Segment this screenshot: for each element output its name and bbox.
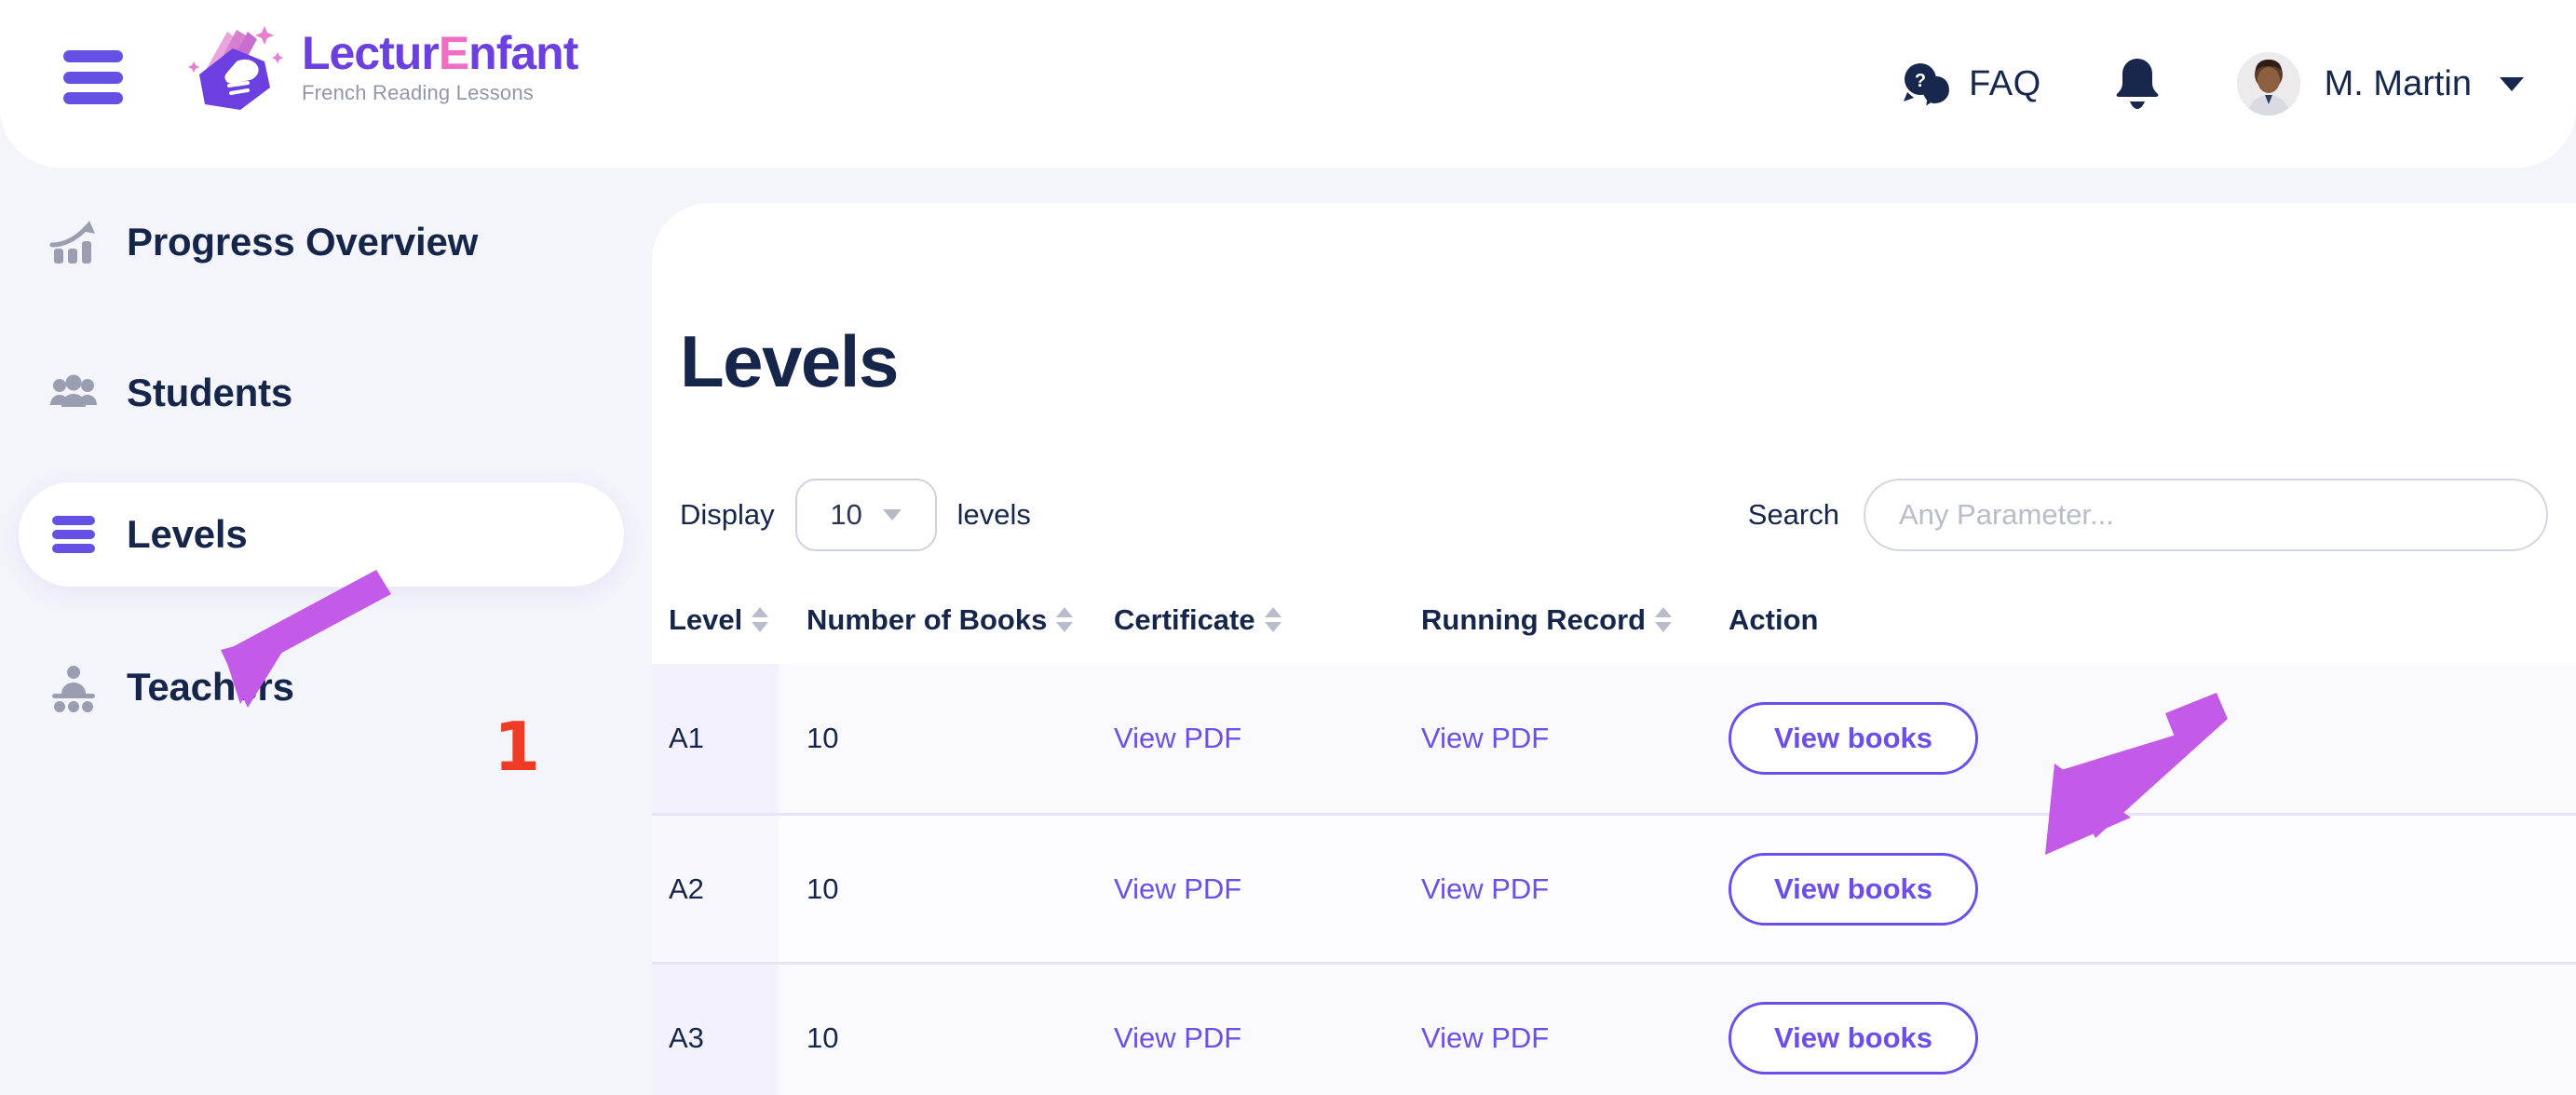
display-count-group: Display 10 levels <box>680 473 1031 557</box>
cell-level: A3 <box>669 1021 704 1054</box>
running-record-pdf-link[interactable]: View PDF <box>1421 1021 1549 1054</box>
book-hand-logo-icon <box>188 26 283 110</box>
hamburger-bar <box>63 71 123 84</box>
faq-label: FAQ <box>1969 63 2041 103</box>
column-header-running-record[interactable]: Running Record <box>1421 603 1729 637</box>
sidebar-item-label: Progress Overview <box>127 220 479 264</box>
table-row: A2 10 View PDF View PDF View books <box>652 813 2576 962</box>
column-header-level[interactable]: Level <box>669 603 807 637</box>
view-books-button[interactable]: View books <box>1729 1001 1978 1075</box>
list-lines-icon <box>48 509 99 560</box>
search-input[interactable] <box>1864 479 2548 551</box>
cell-level: A1 <box>669 722 704 754</box>
table-row: A1 10 View PDF View PDF View books <box>652 664 2576 813</box>
table-row: A3 10 View PDF View PDF View books <box>652 962 2576 1095</box>
hamburger-bar <box>63 92 123 104</box>
brand-subtitle: French Reading Lessons <box>302 81 534 105</box>
sidebar-item-teachers[interactable]: Teachers <box>19 635 624 739</box>
brand-title: LecturEnfant <box>302 26 578 79</box>
bell-icon <box>2116 59 2159 109</box>
user-name: M. Martin <box>2324 63 2472 103</box>
list-line <box>52 516 95 525</box>
sidebar-item-label: Teachers <box>127 665 294 709</box>
avatar <box>2236 52 2300 115</box>
sort-arrows-icon[interactable] <box>1264 607 1281 632</box>
chart-growth-icon <box>48 217 99 267</box>
people-group-icon <box>48 368 99 418</box>
display-suffix-label: levels <box>956 498 1031 531</box>
hamburger-bar <box>63 50 123 62</box>
levels-table: Level Number of Books Certificate Runnin… <box>652 575 2576 1095</box>
column-header-label: Certificate <box>1114 602 1255 636</box>
column-header-label: Running Record <box>1421 602 1647 636</box>
certificate-pdf-link[interactable]: View PDF <box>1114 1021 1241 1054</box>
app-header: LecturEnfant French Reading Lessons ? FA… <box>0 0 2576 168</box>
certificate-pdf-link[interactable]: View PDF <box>1114 872 1241 905</box>
column-header-number-of-books[interactable]: Number of Books <box>807 603 1114 637</box>
cell-number-of-books: 10 <box>807 722 839 754</box>
display-label: Display <box>680 498 775 531</box>
sidebar-item-students[interactable]: Students <box>19 341 624 445</box>
table-header-row: Level Number of Books Certificate Runnin… <box>652 575 2576 667</box>
hamburger-icon[interactable] <box>63 50 123 104</box>
display-count-value: 10 <box>830 498 862 531</box>
cell-number-of-books: 10 <box>807 1021 839 1054</box>
faq-button[interactable]: ? FAQ <box>1898 55 2041 113</box>
column-header-action: Action <box>1729 603 2576 637</box>
cell-number-of-books: 10 <box>807 872 839 905</box>
question-chat-icon: ? <box>1904 63 1950 106</box>
view-books-button[interactable]: View books <box>1729 852 1978 926</box>
brand-title-accent: E <box>438 26 469 79</box>
brand-text: LecturEnfant French Reading Lessons <box>302 26 578 106</box>
search-label: Search <box>1747 498 1839 531</box>
sidebar-item-label: Levels <box>127 512 248 556</box>
sidebar-item-label: Students <box>127 371 293 414</box>
sidebar-item-levels[interactable]: Levels <box>19 482 624 587</box>
display-count-select[interactable]: 10 <box>794 479 937 551</box>
notifications-button[interactable] <box>2110 55 2164 113</box>
cell-level: A2 <box>669 872 704 905</box>
sidebar-item-progress-overview[interactable]: Progress Overview <box>19 190 624 294</box>
sort-arrows-icon[interactable] <box>752 607 769 632</box>
sort-arrows-icon[interactable] <box>1655 607 1673 632</box>
list-line <box>52 544 95 553</box>
user-menu[interactable]: M. Martin <box>2236 52 2524 115</box>
column-header-label: Number of Books <box>807 602 1048 636</box>
chevron-down-icon <box>882 509 902 520</box>
svg-text:?: ? <box>1915 71 1926 91</box>
page-title: Levels <box>680 320 899 402</box>
sort-arrows-icon[interactable] <box>1056 607 1074 632</box>
main-content-panel: Levels Display 10 levels Search Level Nu… <box>652 203 2576 1095</box>
brand-title-tail: nfant <box>468 26 578 79</box>
brand-logo[interactable]: LecturEnfant French Reading Lessons <box>184 20 578 114</box>
header-actions: ? FAQ M. Martin <box>1898 0 2524 168</box>
column-header-label: Level <box>669 602 743 636</box>
search-group: Search <box>1748 473 2548 557</box>
brand-title-main: Lectur <box>302 26 440 79</box>
view-books-button[interactable]: View books <box>1729 702 1978 775</box>
sidebar: Progress Overview Students Levels Teache… <box>0 168 652 1095</box>
running-record-pdf-link[interactable]: View PDF <box>1421 872 1549 905</box>
chevron-down-icon[interactable] <box>2500 76 2524 91</box>
column-header-certificate[interactable]: Certificate <box>1114 603 1421 637</box>
column-header-label: Action <box>1729 602 1819 636</box>
list-line <box>52 530 95 539</box>
running-record-pdf-link[interactable]: View PDF <box>1421 722 1549 754</box>
teacher-desk-icon <box>48 662 99 712</box>
certificate-pdf-link[interactable]: View PDF <box>1114 722 1241 754</box>
table-toolbar: Display 10 levels Search <box>652 473 2576 557</box>
